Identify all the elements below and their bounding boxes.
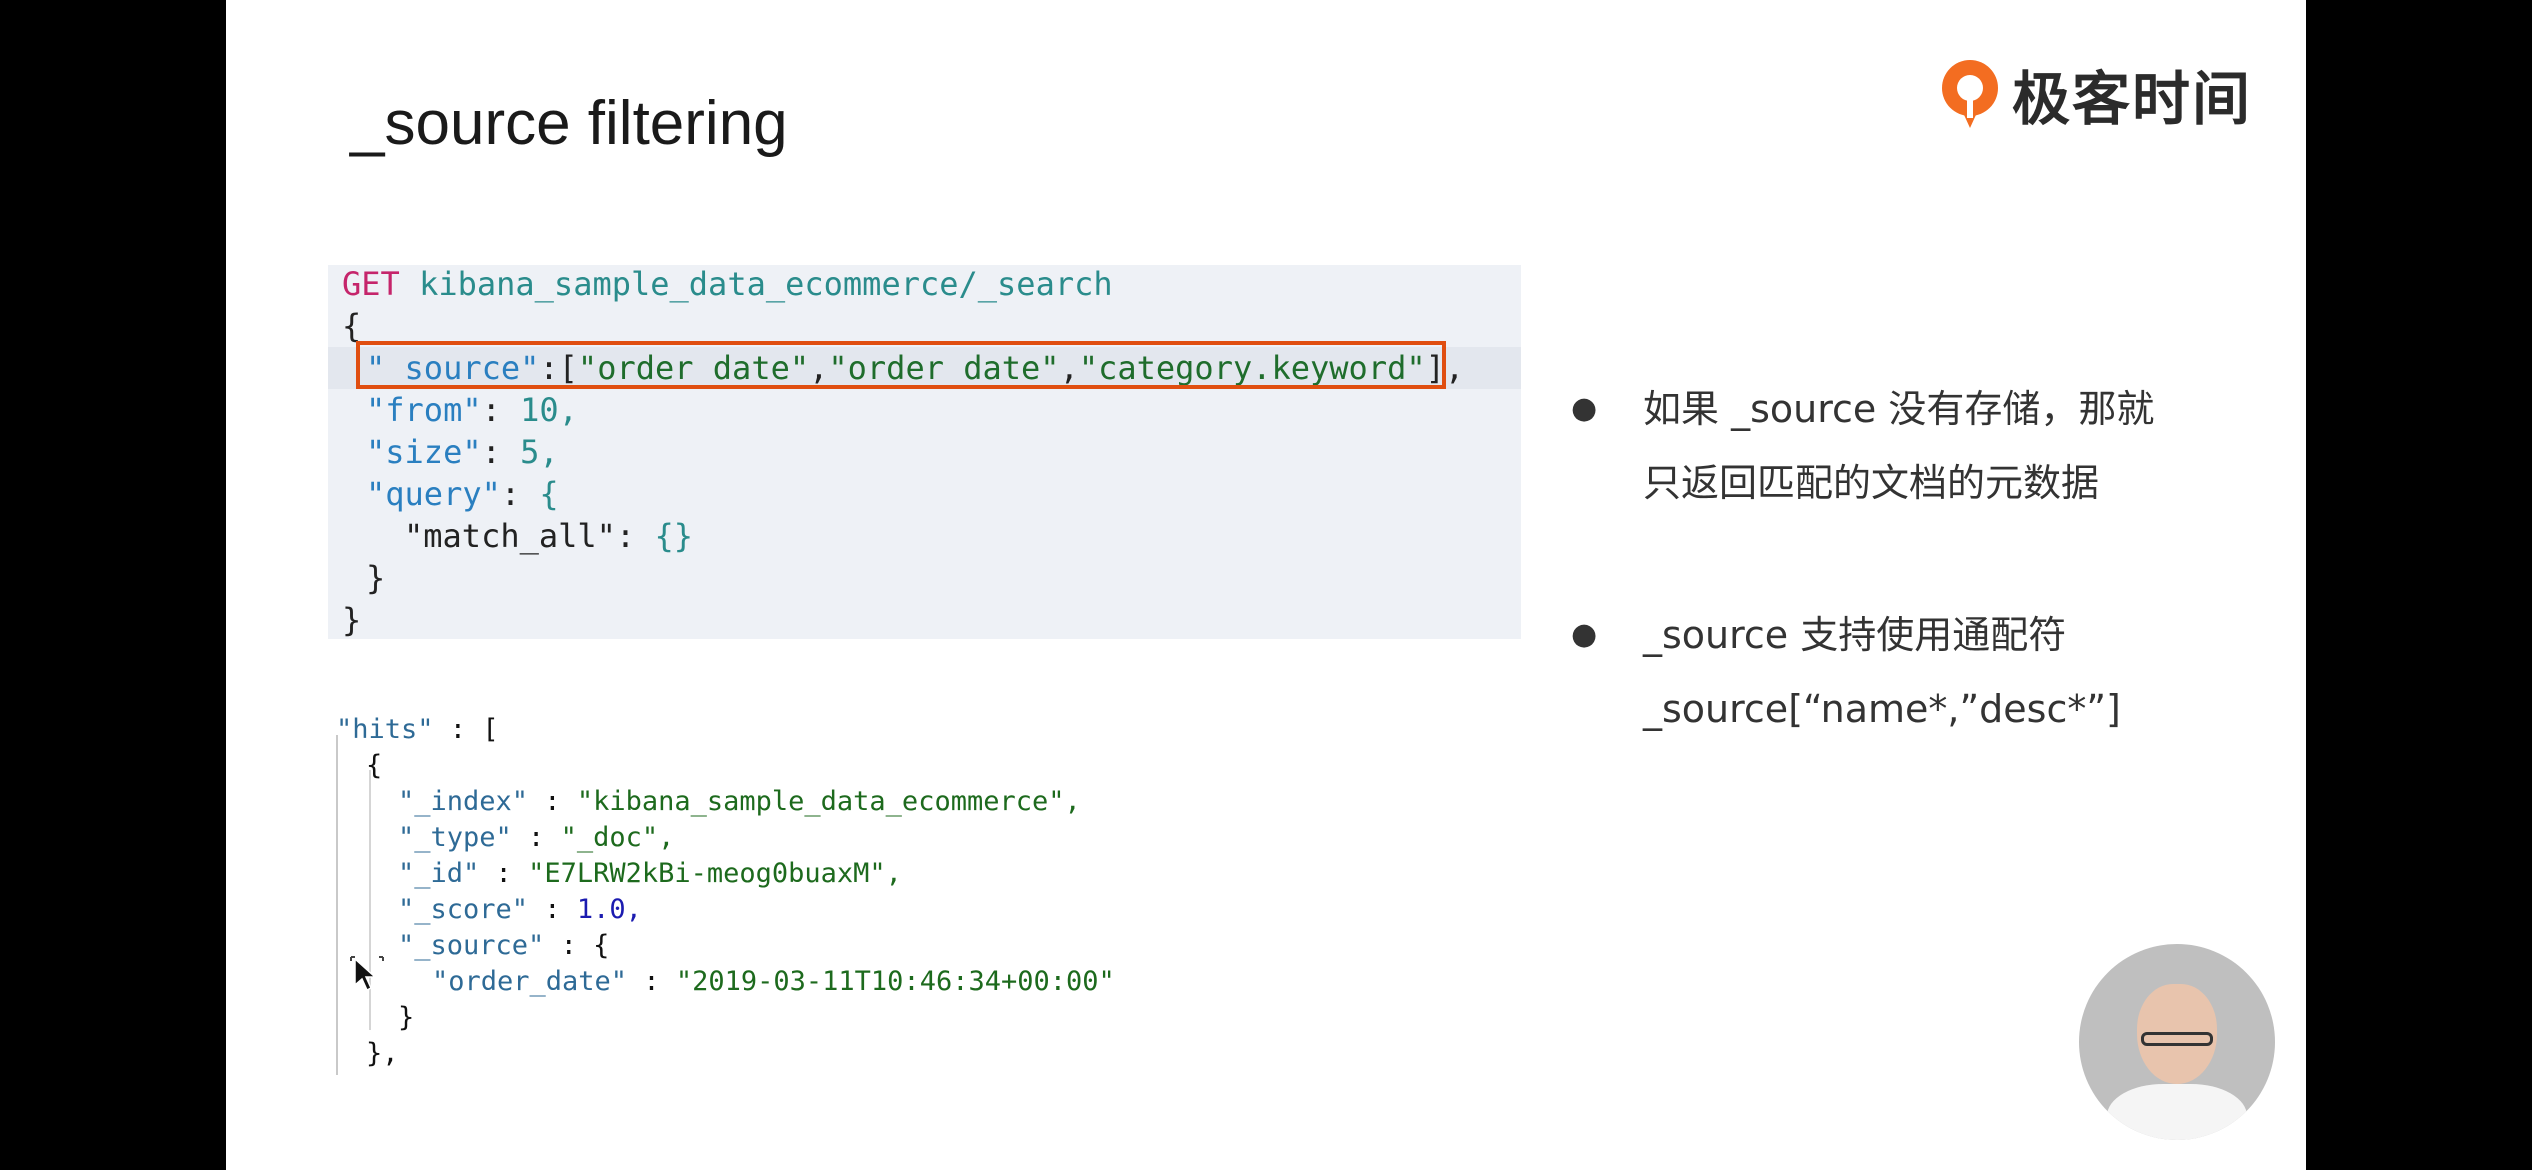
bullet-dot: ● [1571, 391, 1598, 426]
bullet-dot: ● [1571, 617, 1598, 652]
presenter-video [2079, 944, 2275, 1140]
request-code-block: GET kibana_sample_data_ecommerce/_search… [328, 265, 1521, 639]
from-line: "from": 10, [366, 391, 578, 429]
id-key: "_id" [398, 858, 480, 889]
score-line: "_score" : 1.0, [398, 894, 642, 925]
http-method: GET [342, 265, 400, 303]
bullet-line: 只返回匹配的文档的元数据 [1643, 461, 2100, 505]
index-value: "kibana_sample_data_ecommerce", [576, 786, 1081, 817]
match-all-value: {} [654, 517, 693, 555]
geektime-logo-icon [1942, 60, 1998, 128]
order-date-value: "2019-03-11T10:46:34+00:00" [675, 966, 1115, 997]
index-sep: : [528, 786, 577, 817]
geektime-logo: 极客时间 [1936, 52, 2252, 136]
type-value: "_doc", [560, 822, 675, 853]
code-open-brace: { [342, 307, 362, 345]
response-code-block: "hits" : [ { "_index" : "kibana_sample_d… [328, 700, 1228, 1080]
hit-open-brace: { [366, 750, 383, 781]
order-date-line: "order_date" : "2019-03-11T10:46:34+00:0… [432, 966, 1115, 997]
type-key: "_type" [398, 822, 512, 853]
request-path: kibana_sample_data_ecommerce/_search [419, 265, 1113, 303]
size-key: "size" [366, 433, 482, 471]
score-key: "_score" [398, 894, 529, 925]
size-line: "size": 5, [366, 433, 559, 471]
logo-text: 极客时间 [2012, 65, 2253, 133]
query-close: } [366, 559, 386, 597]
slide-title: _source filtering [350, 89, 788, 158]
source-line: "_source" : { [398, 930, 609, 961]
from-sep: : [481, 391, 521, 429]
from-key: "from" [366, 391, 482, 429]
bullet-line: _source 支持使用通配符 [1643, 613, 2067, 657]
request-line: GET kibana_sample_data_ecommerce/_search [342, 265, 1113, 303]
order-date-sep: : [627, 966, 676, 997]
query-line: "query": { [366, 475, 559, 513]
hits-open: : [ [433, 714, 499, 745]
query-sep: : [500, 475, 540, 513]
score-value: 1.0, [576, 894, 642, 925]
index-line: "_index" : "kibana_sample_data_ecommerce… [398, 786, 1081, 817]
hit-close-brace: }, [366, 1038, 399, 1069]
from-value: 10, [520, 391, 578, 429]
id-sep: : [479, 858, 529, 889]
type-sep: : [511, 822, 561, 853]
id-line: "_id" : "E7LRW2kBi-meog0buaxM", [398, 858, 902, 889]
match-all-key: "match_all": [404, 517, 655, 555]
bullet-text: _source 支持使用通配符 _source[“name*,”desc*”] [1643, 598, 2243, 746]
hits-key: "hits" [336, 714, 434, 745]
presenter-body [2107, 1084, 2247, 1140]
order-date-key: "order_date" [432, 966, 628, 997]
source-open: : { [544, 930, 610, 961]
bullet-line: _source[“name*,”desc*”] [1643, 687, 2121, 731]
query-open: { [539, 475, 559, 513]
source-close: } [398, 1002, 415, 1033]
code-close-brace: } [342, 601, 362, 639]
source-highlight-box [356, 341, 1446, 389]
id-value: "E7LRW2kBi-meog0buaxM", [528, 858, 902, 889]
match-all-line: "match_all": {} [404, 517, 693, 555]
move-cursor-icon [350, 956, 384, 992]
size-sep: : [481, 433, 521, 471]
size-value: 5, [520, 433, 559, 471]
bullet-text: 如果 _source 没有存储，那就 只返回匹配的文档的元数据 [1643, 372, 2243, 520]
source-key: "_source" [398, 930, 545, 961]
index-key: "_index" [398, 786, 529, 817]
slide: _source filtering 极客时间 GET kibana_sample… [226, 0, 2306, 1170]
presenter-glasses [2141, 1032, 2213, 1046]
query-key: "query" [366, 475, 501, 513]
type-line: "_type" : "_doc", [398, 822, 674, 853]
bullet-line: 如果 _source 没有存储，那就 [1643, 387, 2155, 431]
indent-guide [336, 735, 338, 1075]
score-sep: : [528, 894, 577, 925]
hits-line: "hits" : [ [336, 714, 499, 745]
